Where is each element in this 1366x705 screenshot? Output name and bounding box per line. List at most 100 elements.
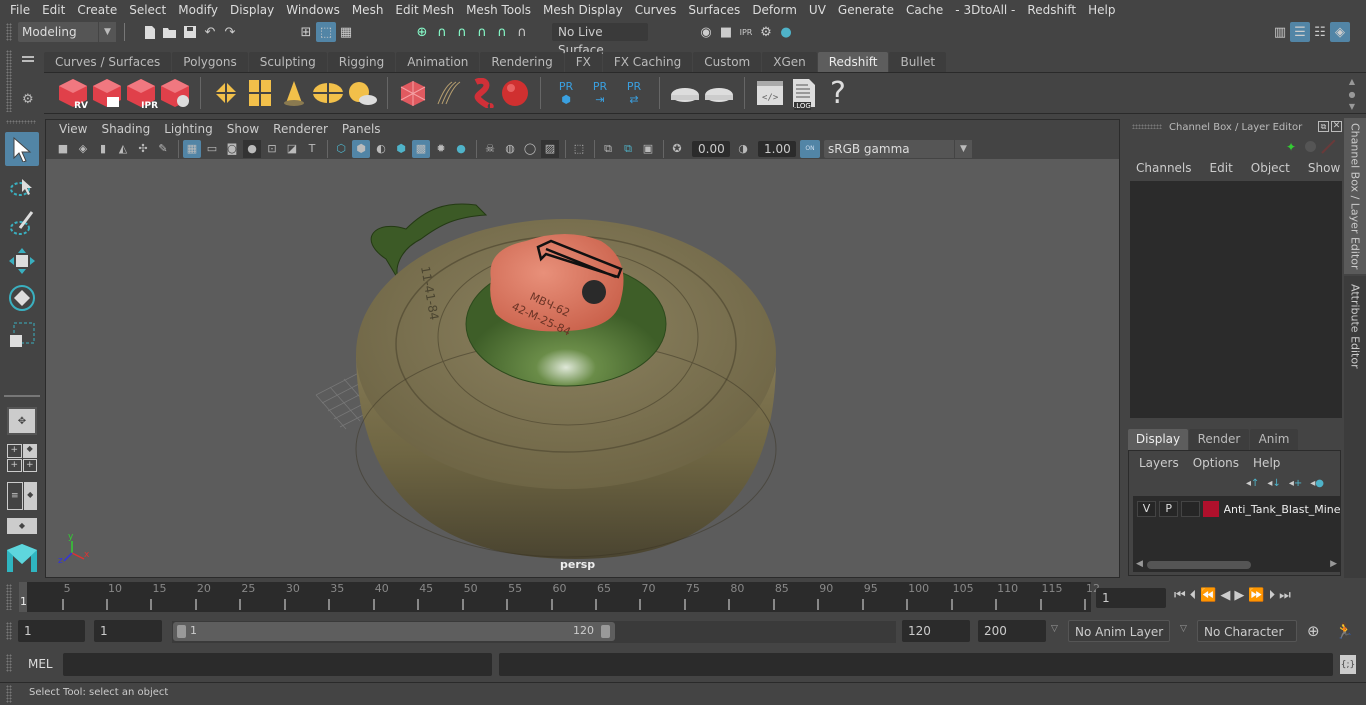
time-slider-track[interactable]: 1 5 10 15 20 25 30 35 40 45 50 55 60 65 70 75 80 85 90 95 1… bbox=[19, 582, 1100, 612]
channel-list[interactable] bbox=[1130, 181, 1342, 418]
gate-mask-icon[interactable]: ● bbox=[243, 139, 261, 158]
use-all-lights-icon[interactable]: ✹ bbox=[432, 140, 450, 158]
shelf-menu-icon[interactable] bbox=[22, 56, 34, 58]
make-live-icon[interactable]: ∩ bbox=[492, 22, 512, 42]
color-management-toggle[interactable]: ON bbox=[800, 139, 820, 158]
smooth-shade-icon[interactable]: ⬢ bbox=[352, 139, 370, 158]
tool-settings-icon[interactable]: ☷ bbox=[1310, 22, 1330, 42]
play-forwards-icon[interactable]: ▶ bbox=[1234, 588, 1244, 603]
undo-icon[interactable]: ↶ bbox=[200, 22, 220, 42]
redshift-sun-sky-icon[interactable] bbox=[345, 75, 379, 111]
menu-cache[interactable]: Cache bbox=[900, 3, 949, 17]
shelf-scroll-control[interactable]: ▲ ● ▼ bbox=[1346, 77, 1358, 111]
range-start-handle[interactable] bbox=[177, 625, 186, 638]
grease-pencil-icon[interactable]: ✎ bbox=[154, 140, 172, 158]
character-set-chevron-icon[interactable]: ▽ bbox=[1180, 624, 1187, 634]
persp-graph-layout-icon[interactable]: ◆ bbox=[7, 518, 37, 534]
new-scene-icon[interactable] bbox=[140, 22, 160, 42]
redshift-material-ball-icon[interactable] bbox=[498, 75, 532, 111]
modeling-toolkit-icon[interactable]: ▥ bbox=[1270, 22, 1290, 42]
help-line-grip[interactable] bbox=[6, 685, 12, 703]
animation-preferences-icon[interactable]: 🏃 bbox=[1335, 622, 1354, 640]
snap-point-icon[interactable]: ∩ bbox=[452, 22, 472, 42]
script-editor-icon[interactable]: {;} bbox=[1340, 655, 1356, 674]
panel-grip[interactable] bbox=[1132, 124, 1162, 129]
command-language-label[interactable]: MEL bbox=[28, 657, 53, 671]
current-frame-field[interactable]: 1 bbox=[1096, 588, 1166, 608]
scroll-right-icon[interactable]: ▶ bbox=[1330, 559, 1337, 569]
move-tool[interactable] bbox=[5, 244, 39, 278]
image-plane-toggle-icon[interactable]: ▣ bbox=[639, 140, 657, 158]
side-tab-channel-box[interactable]: Channel Box / Layer Editor bbox=[1344, 118, 1366, 274]
render-frame-icon[interactable]: ■ bbox=[716, 22, 736, 42]
anim-layer-chevron-icon[interactable]: ▽ bbox=[1051, 624, 1058, 634]
menu-uv[interactable]: UV bbox=[803, 3, 832, 17]
shelf-grip[interactable] bbox=[6, 50, 12, 112]
exposure-icon[interactable]: ✪ bbox=[668, 140, 686, 158]
redshift-render-settings-icon[interactable] bbox=[158, 75, 192, 111]
scroll-up-icon[interactable]: ▲ bbox=[1349, 77, 1355, 86]
step-forward-key-icon[interactable]: ⏩ bbox=[1248, 588, 1264, 603]
layer-name[interactable]: Anti_Tank_Blast_Mine_ bbox=[1224, 503, 1340, 516]
scale-tool[interactable] bbox=[5, 318, 39, 352]
close-panel-icon[interactable]: ✕ bbox=[1331, 121, 1342, 132]
range-slider[interactable]: 1 120 bbox=[173, 622, 615, 641]
show-menu[interactable]: Show bbox=[1308, 161, 1340, 175]
new-layer-icon[interactable]: ◂+ bbox=[1289, 478, 1302, 489]
hypershade-icon[interactable]: ● bbox=[776, 22, 796, 42]
shelf-settings-icon[interactable]: ⚙ bbox=[22, 92, 34, 107]
layer-tab-anim[interactable]: Anim bbox=[1250, 429, 1298, 450]
film-gate-icon[interactable]: ▭ bbox=[203, 140, 221, 158]
redshift-script-editor-icon[interactable]: </> bbox=[753, 75, 787, 111]
move-layer-up-icon[interactable]: ◂↑ bbox=[1246, 478, 1259, 489]
step-back-frame-icon[interactable]: ⏴ bbox=[1190, 588, 1197, 603]
panel-menu-view[interactable]: View bbox=[52, 122, 94, 136]
redshift-pr-object-icon[interactable]: PR ⬢ bbox=[549, 75, 583, 111]
panel-menu-panels[interactable]: Panels bbox=[335, 122, 388, 136]
depth-of-field-icon[interactable]: ▨ bbox=[541, 139, 559, 158]
scrollbar-thumb[interactable] bbox=[1147, 561, 1251, 569]
menu-3dtoall[interactable]: - 3DtoAll - bbox=[949, 3, 1021, 17]
shelf-tab-animation[interactable]: Animation bbox=[396, 52, 480, 72]
float-panel-icon[interactable]: ⧉ bbox=[1318, 121, 1329, 132]
menu-edit-mesh[interactable]: Edit Mesh bbox=[389, 3, 460, 17]
menu-file[interactable]: File bbox=[4, 3, 36, 17]
select-object-icon[interactable]: ⬚ bbox=[316, 22, 336, 42]
grid-toggle-icon[interactable]: ▦ bbox=[183, 139, 201, 158]
snap-grid-icon[interactable]: ⊕ bbox=[412, 22, 432, 42]
layer-tab-display[interactable]: Display bbox=[1128, 429, 1188, 450]
color-space-dropdown[interactable]: sRGB gamma ▼ bbox=[824, 139, 972, 158]
menu-modify[interactable]: Modify bbox=[172, 3, 224, 17]
2d-pan-zoom-icon[interactable]: ✣ bbox=[134, 140, 152, 158]
playback-end-field[interactable]: 120 bbox=[902, 620, 970, 642]
redshift-pr-swap-icon[interactable]: PR ⇄ bbox=[617, 75, 651, 111]
camera-attributes-icon[interactable]: ◈ bbox=[74, 140, 92, 158]
channels-menu[interactable]: Channels bbox=[1136, 161, 1192, 175]
hyper-icon[interactable] bbox=[1321, 139, 1336, 154]
menu-edit[interactable]: Edit bbox=[36, 3, 71, 17]
render-settings-icon[interactable]: ⚙ bbox=[756, 22, 776, 42]
animation-start-field[interactable]: 1 bbox=[18, 620, 85, 642]
xray-joints-icon[interactable]: ⧉ bbox=[599, 140, 617, 158]
shelf-tab-custom[interactable]: Custom bbox=[693, 52, 762, 72]
save-scene-icon[interactable] bbox=[180, 22, 200, 42]
resolution-gate-icon[interactable]: ◙ bbox=[223, 140, 241, 158]
playback-start-field[interactable]: 1 bbox=[94, 620, 162, 642]
redshift-log-icon[interactable]: .LOG bbox=[787, 75, 821, 111]
gamma-icon[interactable]: ◑ bbox=[734, 140, 752, 158]
exposure-field[interactable]: 0.00 bbox=[692, 140, 730, 157]
snap-surface-icon[interactable]: ∩ bbox=[512, 22, 532, 42]
command-line-grip[interactable] bbox=[6, 654, 12, 672]
object-menu[interactable]: Object bbox=[1251, 161, 1290, 175]
select-component-icon[interactable]: ▦ bbox=[336, 22, 356, 42]
shelf-tab-fx[interactable]: FX bbox=[564, 52, 602, 72]
safe-title-icon[interactable]: T bbox=[303, 140, 321, 158]
menu-help[interactable]: Help bbox=[1082, 3, 1121, 17]
redshift-help-icon[interactable]: ? bbox=[821, 75, 855, 111]
isolate-select-icon[interactable]: ⬚ bbox=[570, 140, 588, 158]
edit-menu[interactable]: Edit bbox=[1210, 161, 1233, 175]
scroll-left-icon[interactable]: ◀ bbox=[1136, 559, 1143, 569]
go-to-start-icon[interactable]: ⏮ bbox=[1174, 588, 1186, 603]
layer-color-swatch[interactable] bbox=[1203, 501, 1219, 517]
lasso-tool[interactable] bbox=[5, 170, 39, 204]
